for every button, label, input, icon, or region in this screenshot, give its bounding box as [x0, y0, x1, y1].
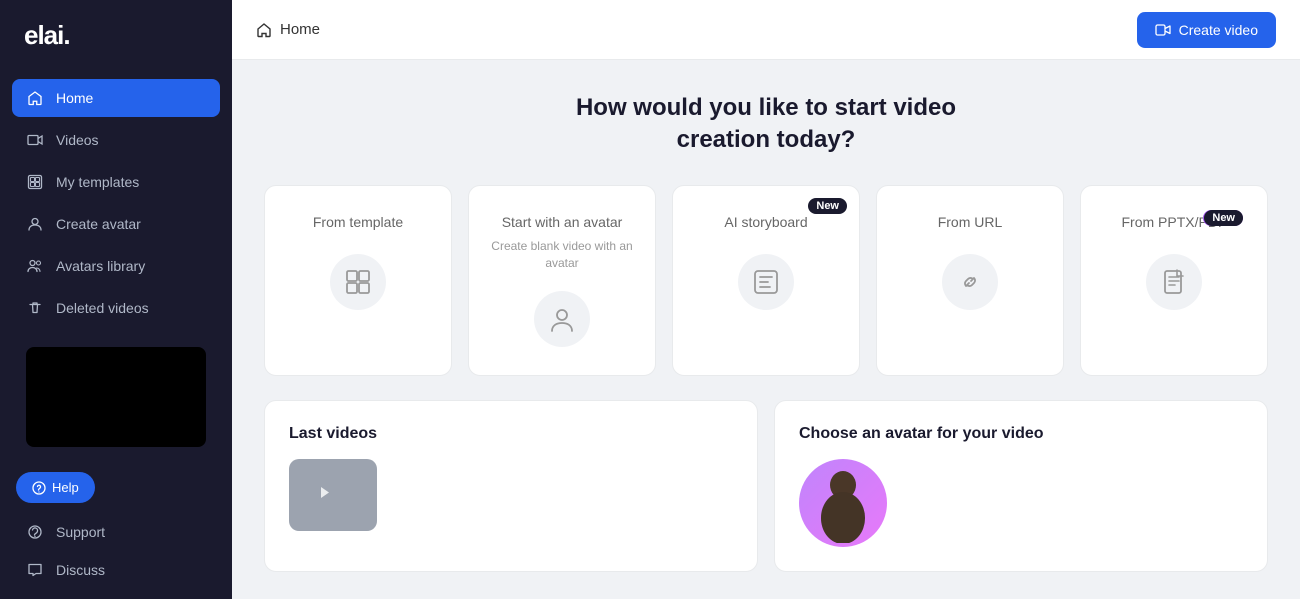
avatar-card-subtitle: Create blank video with an avatar — [489, 238, 635, 272]
last-videos-panel: Last videos — [264, 400, 758, 572]
avatar-card-title: Start with an avatar — [502, 214, 623, 230]
sidebar-item-my-templates[interactable]: My templates — [12, 163, 220, 201]
videos-icon — [26, 131, 44, 149]
sidebar-thumbnail — [26, 347, 206, 447]
sidebar-item-create-avatar[interactable]: Create avatar — [12, 205, 220, 243]
content-area: How would you like to start video creati… — [232, 60, 1300, 599]
support-label: Support — [56, 524, 105, 540]
app-logo: elai. — [0, 0, 232, 71]
home-icon — [26, 89, 44, 107]
storyboard-card-title: AI storyboard — [724, 214, 807, 230]
create-avatar-icon — [26, 215, 44, 233]
from-template-title: From template — [313, 214, 403, 230]
url-card-icon — [942, 254, 998, 310]
creation-cards: From template Start with an avatar Creat… — [264, 185, 1268, 377]
url-card-title: From URL — [938, 214, 1003, 230]
support-icon — [26, 523, 44, 541]
sidebar-bottom-items: Support Discuss — [12, 515, 220, 587]
sidebar-item-support[interactable]: Support — [12, 515, 220, 549]
sidebar-bottom: Help Support Discuss — [0, 460, 232, 599]
sidebar-item-avatars-label: Avatars library — [56, 258, 145, 274]
creation-section: How would you like to start video creati… — [232, 60, 1300, 400]
help-label: Help — [52, 480, 79, 495]
main-content: Home Create video How would you like to … — [232, 0, 1300, 599]
sidebar-item-create-avatar-label: Create avatar — [56, 216, 141, 232]
creation-title: How would you like to start video creati… — [264, 92, 1268, 157]
breadcrumb-label: Home — [280, 21, 320, 38]
template-card-icon — [330, 254, 386, 310]
last-videos-title: Last videos — [289, 425, 733, 443]
storyboard-card-icon — [738, 254, 794, 310]
sidebar-item-home-label: Home — [56, 90, 93, 106]
card-from-template[interactable]: From template — [264, 185, 452, 377]
discuss-label: Discuss — [56, 562, 105, 578]
sidebar-item-templates-label: My templates — [56, 174, 139, 190]
trash-icon — [26, 299, 44, 317]
templates-icon — [26, 173, 44, 191]
sidebar-item-deleted-videos[interactable]: Deleted videos — [12, 289, 220, 327]
sidebar-nav: Home Videos My templates — [0, 71, 232, 335]
avatars-library-icon — [26, 257, 44, 275]
avatar-card-icon — [534, 291, 590, 347]
choose-avatar-title: Choose an avatar for your video — [799, 425, 1243, 443]
sidebar-item-discuss[interactable]: Discuss — [12, 553, 220, 587]
discuss-icon — [26, 561, 44, 579]
home-breadcrumb-icon — [256, 22, 272, 38]
create-video-label: Create video — [1179, 22, 1258, 38]
sidebar-item-deleted-label: Deleted videos — [56, 300, 149, 316]
card-ai-storyboard[interactable]: New AI storyboard — [672, 185, 860, 377]
sidebar-item-home[interactable]: Home — [12, 79, 220, 117]
new-badge-pptx: New — [1204, 210, 1243, 226]
card-start-with-avatar[interactable]: Start with an avatar Create blank video … — [468, 185, 656, 377]
help-button[interactable]: Help — [16, 472, 95, 503]
sidebar: elai. Home Videos — [0, 0, 232, 599]
choose-avatar-panel: Choose an avatar for your video — [774, 400, 1268, 572]
sidebar-item-videos-label: Videos — [56, 132, 99, 148]
create-video-button[interactable]: Create video — [1137, 12, 1276, 48]
pptx-card-icon — [1146, 254, 1202, 310]
sidebar-item-videos[interactable]: Videos — [12, 121, 220, 159]
card-from-url[interactable]: From URL — [876, 185, 1064, 377]
video-placeholder — [289, 459, 377, 531]
header: Home Create video — [232, 0, 1300, 60]
breadcrumb: Home — [256, 21, 320, 38]
sidebar-item-avatars-library[interactable]: Avatars library — [12, 247, 220, 285]
create-video-icon — [1155, 22, 1171, 38]
avatar-preview — [799, 459, 887, 547]
card-from-pptx-pdf[interactable]: Beta New From PPTX/PDF — [1080, 185, 1268, 377]
help-circle-icon — [32, 481, 46, 495]
bottom-panels: Last videos Choose an avatar for your vi… — [232, 400, 1300, 596]
new-badge: New — [808, 198, 847, 214]
